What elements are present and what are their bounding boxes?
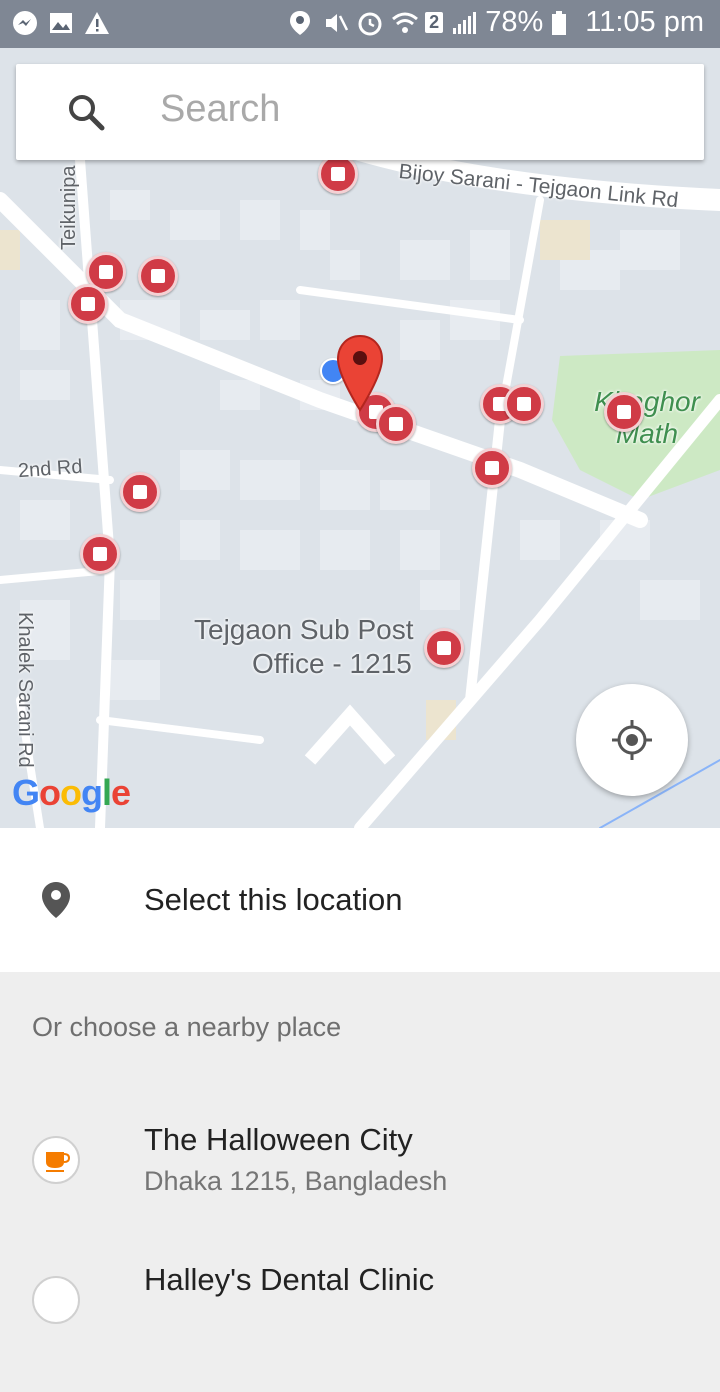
wifi-icon [391,10,419,36]
post-office-label-line2: Office - 1215 [252,648,412,679]
gallery-icon [48,10,74,36]
clock: 11:05 pm [585,6,704,38]
search-bar[interactable]: Search [16,64,704,160]
select-location-row[interactable]: Select this location [0,828,720,972]
cafe-icon [32,1136,80,1184]
post-office-label-line1: Tejgaon Sub Post [194,614,414,645]
poi-shopping-marker[interactable] [68,284,108,324]
alarm-icon [357,10,383,36]
poi-marker[interactable] [504,384,544,424]
location-icon [289,10,315,36]
poi-marker[interactable] [80,534,120,574]
place-name: Halley's Dental Clinic [144,1262,435,1297]
warning-icon [84,10,110,36]
poi-post-office-marker[interactable] [424,628,464,668]
place-icon [32,1276,80,1324]
place-address: Dhaka 1215, Bangladesh [144,1166,448,1196]
nearby-place-item[interactable]: The Halloween City Dhaka 1215, Banglades… [0,1122,720,1252]
nearby-place-item[interactable]: Halley's Dental Clinic [0,1262,720,1392]
poi-hotel-marker[interactable] [138,256,178,296]
mute-icon [323,10,349,36]
select-location-label: Select this location [144,882,403,917]
poi-park-marker[interactable] [604,392,644,432]
location-pin-icon [40,880,72,920]
poi-marker[interactable] [120,472,160,512]
road-label-2nd-rd: 2nd Rd [17,455,84,483]
crosshair-icon [610,718,654,762]
battery-percent: 78% [485,6,544,38]
road-label-khalek-sarani: Khalek Sarani Rd [14,612,36,768]
park-label: Khaghor Math [594,386,700,449]
sim-badge: 2 [425,12,444,33]
nearby-heading: Or choose a nearby place [32,1012,342,1042]
place-name: The Halloween City [144,1122,413,1157]
battery-icon [551,10,577,36]
google-logo: Google [12,772,131,813]
messenger-icon [12,10,38,36]
signal-icon [451,10,477,36]
search-input[interactable]: Search [160,88,280,131]
poi-shopping-marker[interactable] [472,448,512,488]
selected-location-pin[interactable] [336,334,384,412]
search-icon [66,92,106,132]
poi-marker[interactable] [318,154,358,194]
my-location-button[interactable] [576,684,688,796]
road-label-teikunipa: Teikunipa [58,165,80,250]
status-bar: 2 78% 11:05 pm [0,0,720,48]
